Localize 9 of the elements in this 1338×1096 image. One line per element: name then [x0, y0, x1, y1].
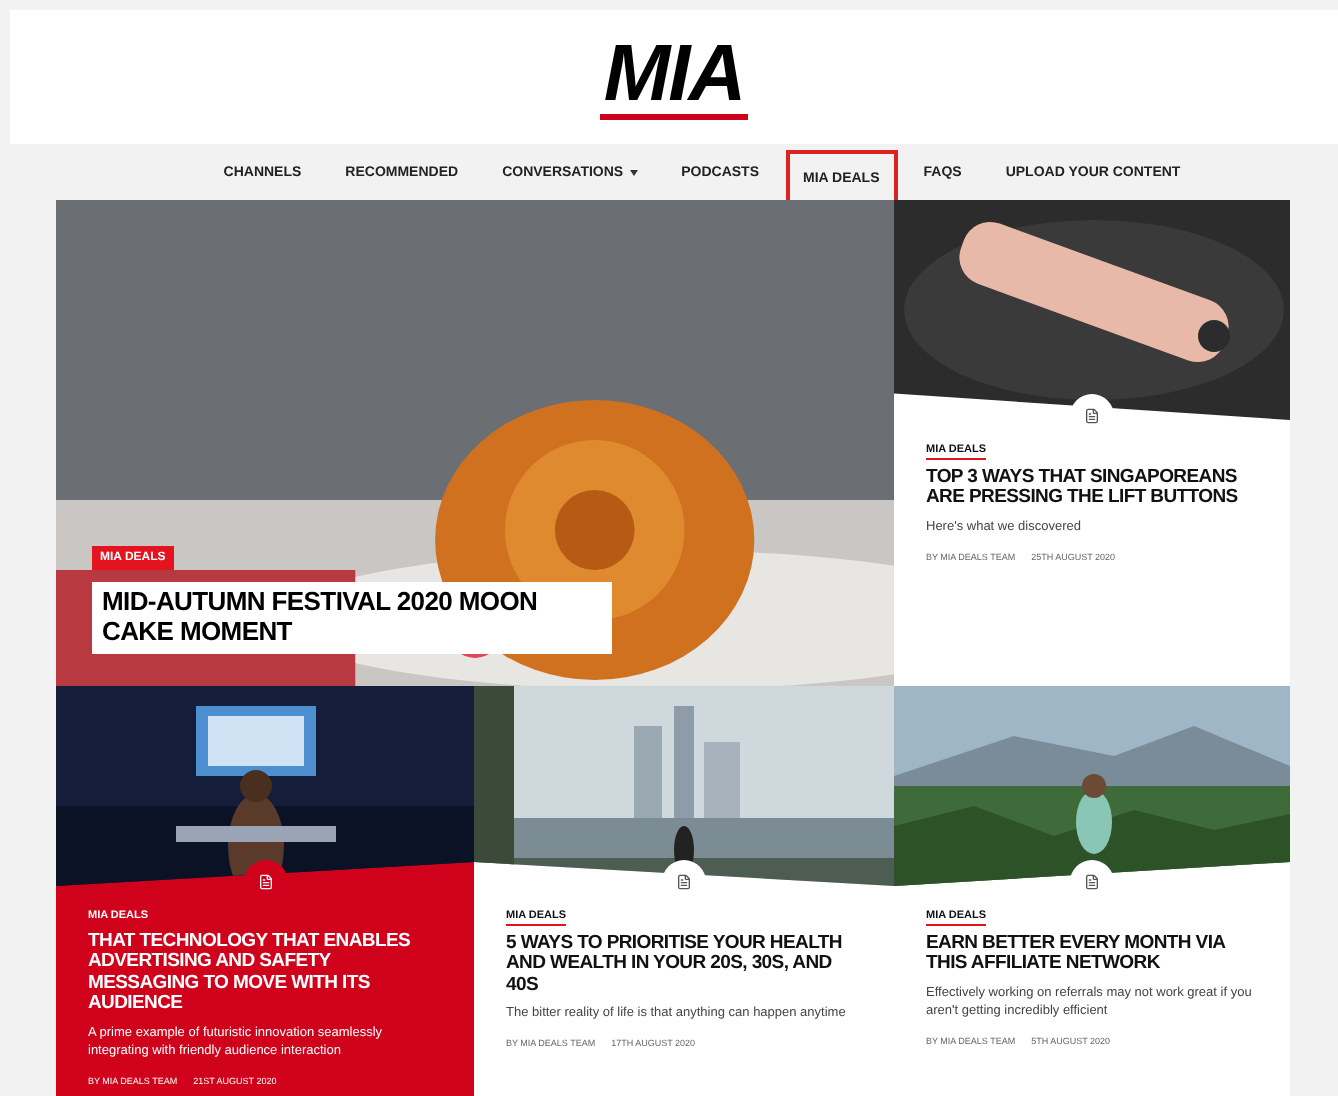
logo[interactable]: MIA [599, 34, 749, 120]
document-icon [1084, 874, 1100, 890]
document-icon [676, 874, 692, 890]
article-title[interactable]: 5 WAYS TO PRIORITISE YOUR HEALTH AND WEALTH IN YOUR 20S, 30S, AND 40S [506, 934, 862, 997]
document-icon [257, 874, 273, 890]
article-title[interactable]: TOP 3 WAYS THAT SINGAPOREANS ARE PRESSING THE LIFT BUTTONS [926, 468, 1258, 510]
article-title[interactable]: THAT TECHNOLOGY THAT ENABLES ADVERTISING AND SAFETY MESSAGING TO MOVE WITH ITS AUDIENCE [88, 932, 442, 1016]
document-icon [1084, 408, 1100, 424]
article-title[interactable]: EARN BETTER EVERY MONTH VIA THIS AFFILIATE NETWORK [926, 934, 1258, 976]
